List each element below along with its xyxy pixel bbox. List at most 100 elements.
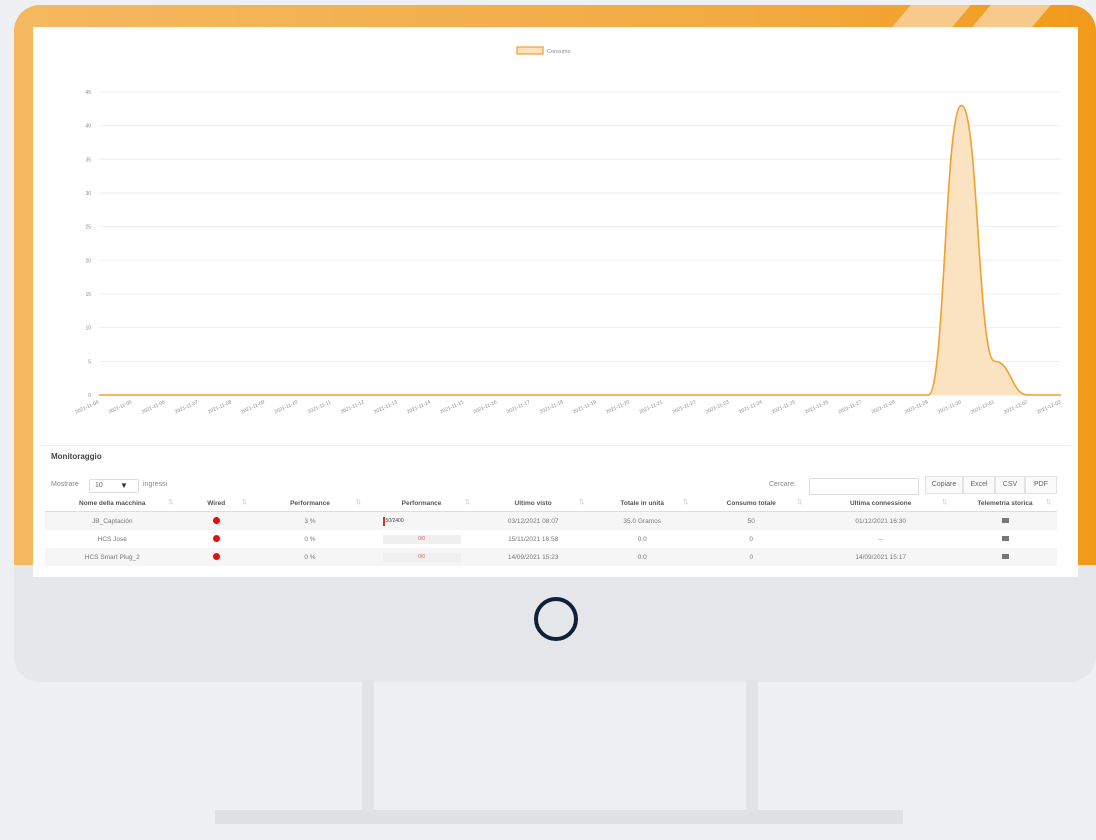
status-led-icon <box>212 534 220 542</box>
cell-last-seen: 03/12/2021 08:07 <box>476 511 591 530</box>
x-tick-label: 2021-11-26 <box>804 399 830 415</box>
col-header-telemetry[interactable]: Telemetria storica ⇅ <box>953 495 1057 512</box>
x-tick-label: 2021-11-19 <box>572 399 598 415</box>
x-tick-label: 2021-12-03 <box>1036 399 1062 415</box>
cell-consumo: 0 <box>694 548 809 566</box>
x-tick-label: 2021-11-18 <box>539 399 565 415</box>
consumption-chart: 0 5 10 15 20 25 30 35 40 45 2021-11-04 2021-11-05 20… <box>74 46 1062 416</box>
cell-perf-pct: 3 % <box>252 511 368 530</box>
table-row[interactable]: JB_Captación 3 % 50/2400 03/12/2021 08:0… <box>45 511 1057 530</box>
x-tick-label: 2021-11-24 <box>738 399 764 415</box>
col-header-perf-bar[interactable]: Performance ⇅ <box>367 495 477 512</box>
sort-icon: ⇅ <box>168 499 174 506</box>
x-tick-label: 2021-11-23 <box>705 399 731 415</box>
col-header-perf-pct[interactable]: Performance ⇅ <box>252 495 368 512</box>
y-tick-label: 45 <box>85 90 91 96</box>
cell-total-units: 35.0 Gramos <box>590 511 695 530</box>
x-tick-label: 2021-11-27 <box>837 399 863 415</box>
chevron-down-icon: ▼ <box>120 481 128 490</box>
x-tick-label: 2021-11-14 <box>406 399 432 415</box>
legend-label: Consumo <box>547 49 571 55</box>
power-button-icon[interactable] <box>534 597 578 641</box>
sort-icon: ⇅ <box>941 499 947 506</box>
y-tick-label: 30 <box>85 191 91 197</box>
screen: 0 5 10 15 20 25 30 35 40 45 2021-11-04 2021-11-05 20… <box>33 27 1078 577</box>
x-tick-label: 2021-11-17 <box>506 399 532 415</box>
series-line <box>99 104 1061 396</box>
sort-icon: ⇅ <box>241 499 247 506</box>
cell-perf-pct: 0 % <box>304 535 316 543</box>
table-row[interactable]: HCS Jose 0 % 0/0 15/11/2021 16:58 0.0 0 … <box>45 530 1057 548</box>
x-tick-label: 2021-12-02 <box>1003 399 1029 415</box>
cell-consumo: 0 <box>749 535 754 543</box>
search-label: Cercare: <box>769 481 796 488</box>
stand-leg-right <box>746 680 758 810</box>
monitoring-card: Monitoraggio Mostrare 10 ▼ ingressi Cerc… <box>41 445 1071 576</box>
col-header-last-seen[interactable]: Ultimo visto ⇅ <box>476 495 591 512</box>
table-row[interactable]: HCS Smart Plug_2 0 % 0/0 14/09/2021 15:2… <box>45 548 1057 566</box>
x-tick-label: 2021-11-28 <box>871 399 897 415</box>
stand-leg-left <box>362 680 374 810</box>
y-tick-label: 10 <box>85 326 91 332</box>
telemetry-icon[interactable] <box>1001 517 1009 523</box>
x-tick-label: 2021-11-11 <box>307 399 332 415</box>
legend-swatch <box>516 46 544 55</box>
cell-perf-pct: 0 % <box>252 548 368 566</box>
cell-consumo: 50 <box>694 511 809 530</box>
excel-button[interactable]: Excel <box>963 476 995 494</box>
cell-last-seen: 15/11/2021 16:58 <box>508 535 559 543</box>
sort-icon: ⇅ <box>464 499 471 506</box>
cell-last-conn: -- <box>878 535 883 543</box>
chart-card: 0 5 10 15 20 25 30 35 40 45 2021-11-04 2021-11-05 20… <box>41 35 1071 440</box>
cell-last-seen: 14/09/2021 15:23 <box>476 548 591 566</box>
table-controls: Mostrare 10 ▼ ingressi Cercare: Copiare … <box>51 476 1061 495</box>
pdf-button[interactable]: PDF <box>1025 476 1057 494</box>
series-area <box>99 105 1061 395</box>
stand-back <box>374 682 746 810</box>
cell-total-units: 0.0 <box>590 548 695 566</box>
sort-icon: ⇅ <box>796 499 803 506</box>
x-tick-label: 2021-11-06 <box>141 399 167 415</box>
col-header-name[interactable]: Nome della macchina ⇅ <box>45 495 180 512</box>
col-header-wired[interactable]: Wired ⇅ <box>179 495 253 512</box>
col-header-consumo[interactable]: Consumo totale ⇅ <box>694 495 809 512</box>
cell-name: HCS Smart Plug_2 <box>45 548 180 566</box>
x-tick-label: 2021-11-22 <box>672 399 698 415</box>
telemetry-icon[interactable] <box>1001 535 1009 541</box>
copy-button[interactable]: Copiare <box>925 476 963 494</box>
x-tick-label: 2021-11-15 <box>439 399 465 415</box>
x-tick-label: 2021-11-21 <box>638 399 664 415</box>
entries-value: 10 <box>95 482 103 489</box>
col-header-last-conn[interactable]: Ultima connessione ⇅ <box>808 495 953 512</box>
x-tick-label: 2021-11-10 <box>273 399 299 415</box>
entries-label: ingressi <box>143 481 168 488</box>
y-tick-label: 0 <box>88 393 91 399</box>
card-title: Monitoraggio <box>51 452 102 461</box>
search-input[interactable] <box>809 478 919 495</box>
col-header-total-units[interactable]: Totale in unità ⇅ <box>590 495 695 512</box>
performance-bar: 0/0 <box>382 552 461 562</box>
cell-last-conn: 14/09/2021 15:17 <box>808 548 953 566</box>
cell-name: HCS Jose <box>97 535 127 543</box>
sort-icon: ⇅ <box>1045 499 1051 506</box>
machines-table: Nome della macchina ⇅ Wired ⇅ Performance ⇅… <box>45 495 1057 566</box>
monitor-frame: 0 5 10 15 20 25 30 35 40 45 2021-11-04 2021-11-05 20… <box>14 5 1096 682</box>
status-led-icon <box>212 552 220 560</box>
x-tick-label: 2021-11-29 <box>904 399 930 415</box>
x-tick-label: 2021-11-13 <box>373 399 399 415</box>
x-tick-label: 2021-11-05 <box>108 399 134 415</box>
cell-last-conn: 01/12/2021 16:30 <box>808 511 953 530</box>
y-tick-label: 35 <box>85 157 91 163</box>
x-tick-label: 2021-11-20 <box>605 399 631 415</box>
x-tick-label: 2021-11-04 <box>74 399 100 415</box>
x-tick-label: 2021-12-01 <box>970 399 996 415</box>
y-tick-label: 25 <box>85 225 91 231</box>
status-led-icon <box>212 516 220 524</box>
y-tick-label: 20 <box>85 258 91 264</box>
x-tick-label: 2021-11-08 <box>207 399 233 415</box>
cell-total-units: 0.0 <box>637 535 647 543</box>
telemetry-icon[interactable] <box>1001 553 1009 559</box>
csv-button[interactable]: CSV <box>995 476 1025 494</box>
entries-select[interactable]: 10 ▼ <box>89 479 139 493</box>
x-tick-label: 2021-11-07 <box>174 399 200 415</box>
